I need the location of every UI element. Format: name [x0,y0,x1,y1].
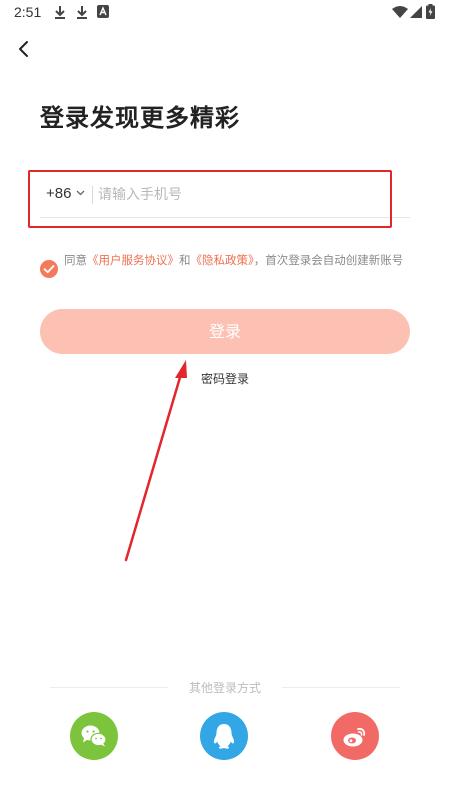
qq-login-button[interactable] [200,712,248,760]
user-agreement-link[interactable]: 《用户服务协议》 [87,253,179,267]
chevron-left-icon [19,41,28,57]
country-code-selector[interactable]: +86 [46,185,71,202]
weibo-icon [343,727,366,747]
signal-icon [410,6,422,18]
phone-input-row: +86 [40,176,410,218]
other-login-divider: 其他登录方式 [50,678,400,696]
wechat-icon [81,725,107,747]
status-time: 2:51 [14,4,42,20]
agreement-suffix: ，首次登录会自动创建新账号 [253,253,404,267]
battery-icon [426,4,435,19]
agreement-prefix: 同意 [64,253,87,267]
password-login-label[interactable]: 密码登录 [201,372,249,386]
wifi-icon [392,6,408,18]
chevron-down-icon[interactable] [76,190,85,196]
password-login-link: 密码登录 [0,370,450,387]
check-icon [43,265,55,274]
back-button[interactable] [12,36,38,62]
weibo-login-button[interactable] [331,712,379,760]
qq-icon [213,724,235,749]
agreement-text: 同意《用户服务协议》和《隐私政策》，首次登录会自动创建新账号 [64,250,410,271]
privacy-policy-link[interactable]: 《隐私政策》 [191,253,254,267]
page-title: 登录发现更多精彩 [40,104,240,132]
phone-number-input[interactable] [98,182,398,208]
status-bar: 2:51 [0,0,450,26]
app-a-icon [97,5,109,18]
login-button[interactable]: 登录 [40,309,410,354]
wechat-login-button[interactable] [70,712,118,760]
download-icon [55,6,65,19]
divider-line-right [282,687,400,688]
agreement-and: 和 [179,253,191,267]
divider [92,186,93,204]
agreement-checkbox[interactable] [40,260,58,278]
download-icon [77,6,87,19]
